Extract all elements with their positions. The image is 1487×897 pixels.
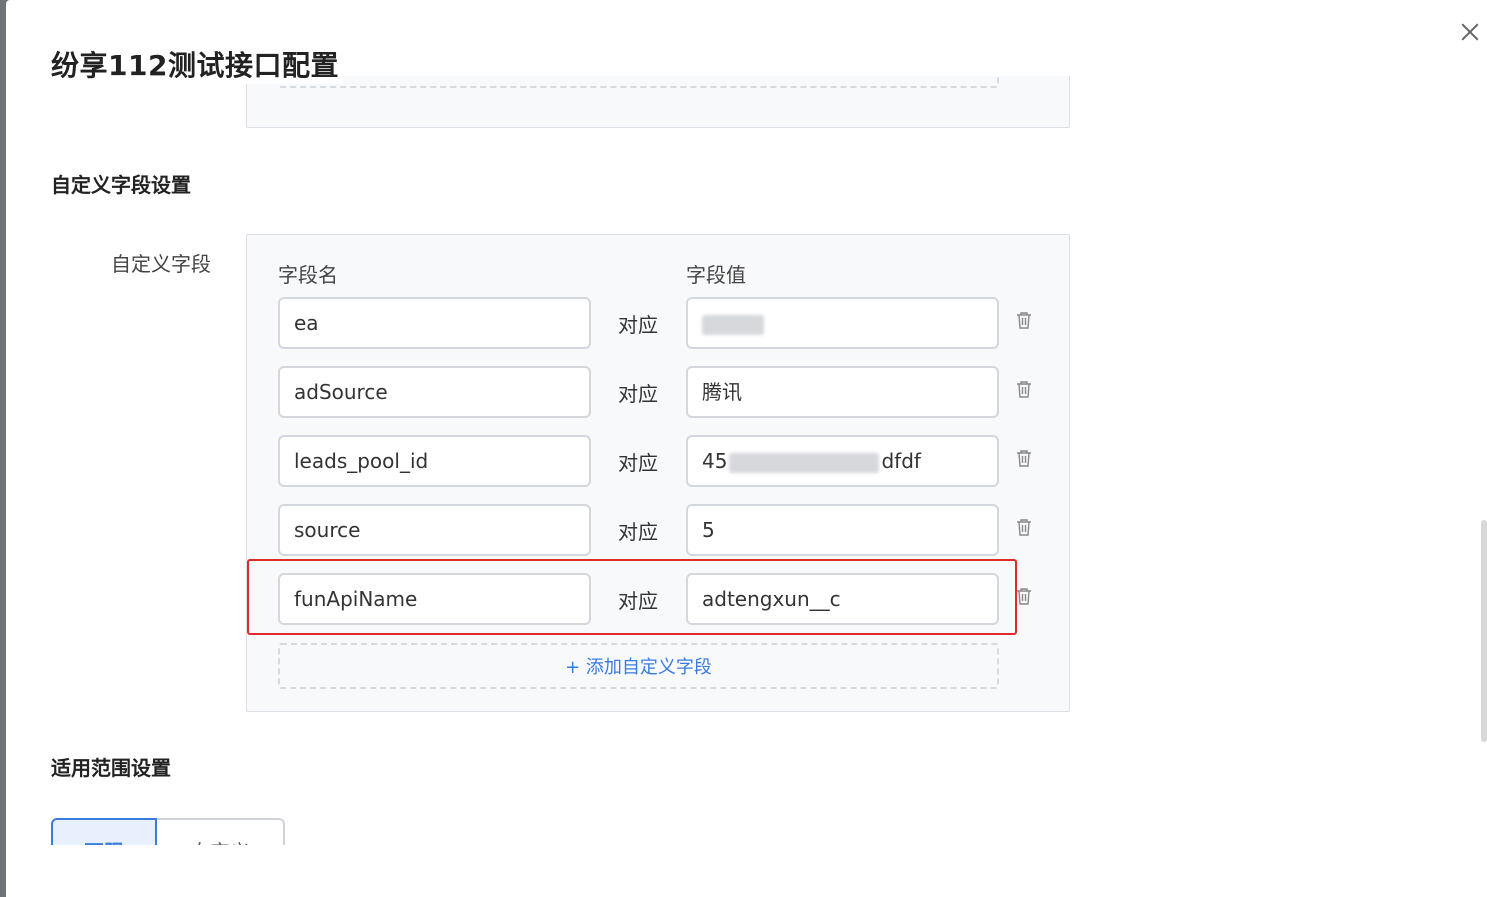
scope-option-unlimited[interactable]: 不限: [51, 818, 157, 845]
scrollbar[interactable]: [1481, 520, 1487, 742]
scope-option-custom[interactable]: 自定义: [157, 818, 285, 845]
interaction-fields-panel: + 添加互动内容字段: [246, 76, 1070, 128]
custom-field-label: 自定义字段: [111, 252, 211, 276]
custom-field-row: leads_pool_id 对应 45 dfdf: [278, 435, 1038, 487]
correspond-label: 对应: [618, 382, 658, 406]
redacted-value: [729, 452, 880, 473]
field-value-input[interactable]: 腾讯: [686, 366, 999, 418]
section-title-scope: 适用范围设置: [51, 756, 171, 780]
add-custom-field-button[interactable]: + 添加自定义字段: [278, 643, 999, 689]
redacted-value: [702, 314, 764, 335]
value-prefix: 45: [702, 449, 728, 473]
custom-field-row: ea 对应: [278, 297, 1038, 349]
field-name-input[interactable]: ea: [278, 297, 591, 349]
add-interaction-field-button[interactable]: + 添加互动内容字段: [278, 76, 999, 88]
trash-icon[interactable]: [1016, 311, 1032, 329]
field-name-input[interactable]: leads_pool_id: [278, 435, 591, 487]
field-value-input[interactable]: [686, 297, 999, 349]
correspond-label: 对应: [618, 451, 658, 475]
scope-segmented-control: 不限 自定义: [51, 818, 285, 845]
field-name-input[interactable]: source: [278, 504, 591, 556]
trash-icon[interactable]: [1016, 587, 1032, 605]
column-header-field-name: 字段名: [278, 263, 338, 287]
field-name-input[interactable]: adSource: [278, 366, 591, 418]
dialog-title: 纷享112测试接口配置: [51, 44, 343, 84]
custom-field-row: adSource 对应 腾讯: [278, 366, 1038, 418]
trash-icon[interactable]: [1016, 449, 1032, 467]
highlight-box: [247, 559, 1017, 635]
correspond-label: 对应: [618, 313, 658, 337]
trash-icon[interactable]: [1016, 518, 1032, 536]
dialog-body: + 添加互动内容字段 自定义字段设置 自定义字段 字段名 字段值 ea 对应 a…: [6, 76, 1476, 845]
correspond-label: 对应: [618, 520, 658, 544]
close-icon[interactable]: [1458, 20, 1482, 44]
column-header-field-value: 字段值: [686, 263, 746, 287]
custom-field-row: source 对应 5: [278, 504, 1038, 556]
field-value-input[interactable]: 5: [686, 504, 999, 556]
trash-icon[interactable]: [1016, 380, 1032, 398]
field-value-input[interactable]: 45 dfdf: [686, 435, 999, 487]
custom-fields-panel: 字段名 字段值 ea 对应 adSource 对应 腾讯 leads_pool_: [246, 234, 1070, 712]
section-title-custom-fields: 自定义字段设置: [51, 173, 191, 197]
value-suffix: dfdf: [881, 449, 921, 473]
config-dialog: + 添加互动内容字段 自定义字段设置 自定义字段 字段名 字段值 ea 对应 a…: [6, 0, 1487, 897]
